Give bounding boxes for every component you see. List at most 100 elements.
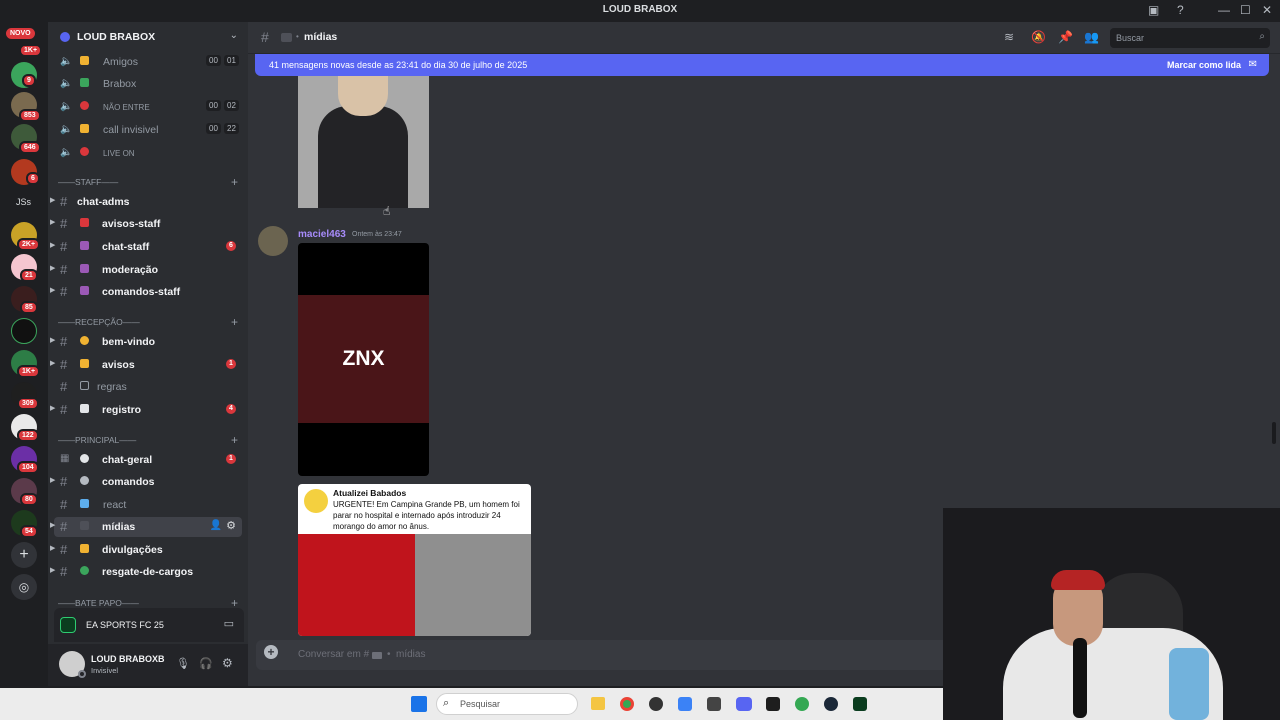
channel-divulgacoes[interactable]: ▶ # divulgações	[50, 540, 242, 560]
category-principal[interactable]: ——PRINCIPAL—— +	[58, 433, 244, 449]
channel-chat-adms[interactable]: ▶ # chat-adms	[50, 192, 242, 212]
photo-xray	[415, 534, 531, 636]
add-channel-icon[interactable]: +	[231, 433, 238, 447]
user-settings-icon[interactable]: ⚙	[222, 656, 233, 670]
search-input[interactable]: Buscar ⌕	[1110, 28, 1270, 48]
channel-label: react	[103, 499, 127, 511]
channel-avisos-staff[interactable]: ▶ # avisos-staff	[50, 214, 242, 234]
person-cap	[1051, 570, 1105, 590]
add-channel-icon[interactable]: +	[231, 175, 238, 189]
voice-channel-amigos[interactable]: 🔈 Amigos 00 01	[54, 52, 242, 72]
voice-channel-live-on[interactable]: 🔈 LIVE ON	[54, 143, 242, 163]
maximize-button[interactable]: ☐	[1240, 3, 1251, 17]
hash-icon: #	[60, 357, 68, 372]
user-count: 00	[206, 55, 221, 66]
warning-icon	[80, 381, 89, 390]
category-recepcao[interactable]: ——RECEPÇÃO—— +	[58, 315, 244, 331]
mark-as-read-button[interactable]: Marcar como lida	[1167, 60, 1241, 70]
screen-share-icon[interactable]: ▭	[224, 617, 234, 630]
add-attachment-icon[interactable]: +	[264, 645, 278, 659]
terminal-icon[interactable]	[766, 697, 780, 711]
author-avatar[interactable]	[258, 226, 288, 256]
message-author[interactable]: maciel463	[298, 229, 346, 240]
taskbar-search[interactable]: ⌕ Pesquisar	[436, 693, 578, 715]
caret-icon: ▶	[50, 545, 56, 552]
server-badge: 85	[20, 301, 38, 314]
invite-icon[interactable]: 👤	[210, 520, 222, 531]
steam-icon[interactable]	[824, 697, 838, 711]
channel-label: regras	[97, 381, 127, 393]
channel-bem-vindo[interactable]: ▶ # bem-vindo	[50, 332, 242, 352]
caret-icon: ▶	[50, 522, 56, 529]
server-header[interactable]: LOUD BRABOX ⌄	[48, 22, 248, 52]
channel-avisos[interactable]: ▶ # avisos 1	[50, 355, 242, 375]
server-badge: 1K+	[19, 44, 43, 57]
source-name: Atualizei Babados	[333, 488, 407, 498]
discover-icon[interactable]: ◎	[11, 574, 37, 600]
robot-icon	[80, 476, 89, 485]
inbox-icon[interactable]: ▣	[1148, 3, 1159, 17]
channel-title: mídias	[304, 31, 338, 43]
mention-badge: 1	[226, 359, 236, 369]
server-icon[interactable]	[11, 318, 37, 344]
members-icon[interactable]: 👥	[1084, 30, 1099, 44]
speaker-icon: 🔈	[60, 124, 73, 135]
scrollbar-thumb[interactable]	[1272, 422, 1276, 444]
pin-icon[interactable]: 📌	[1058, 30, 1073, 44]
add-channel-icon[interactable]: +	[231, 315, 238, 329]
taskbar-search-label: Pesquisar	[460, 699, 501, 709]
channel-resgate-de-cargos[interactable]: ▶ # resgate-de-cargos	[50, 562, 242, 582]
minimize-button[interactable]: —	[1218, 3, 1230, 17]
activity-panel[interactable]: EA SPORTS FC 25 ▭	[54, 608, 244, 642]
channel-comandos[interactable]: ▶ # comandos	[50, 472, 242, 492]
file-explorer-icon[interactable]	[591, 697, 605, 710]
channel-moderacao[interactable]: ▶ # moderação	[50, 260, 242, 280]
headphones-icon[interactable]: 🎧	[199, 657, 213, 670]
mute-icon[interactable]: 🔕	[1031, 30, 1046, 44]
channel-registro[interactable]: ▶ # registro 4	[50, 400, 242, 420]
add-server-icon[interactable]: +	[11, 542, 37, 568]
category-label: ——PRINCIPAL——	[58, 435, 137, 445]
speaker-icon: 🔈	[60, 56, 73, 67]
bell-icon	[80, 359, 89, 368]
channel-label: call invisivel	[103, 124, 159, 136]
video-attachment[interactable]: ZNX	[298, 243, 429, 476]
mention-badge: 6	[226, 241, 236, 251]
channel-label: mídias	[102, 521, 136, 533]
voice-channel-nao-entre[interactable]: 🔈 NÃO ENTRE 00 02	[54, 97, 242, 117]
app-icon[interactable]	[707, 697, 721, 711]
message-timestamp: Ontem às 23:47	[352, 231, 402, 238]
channel-react[interactable]: # react	[54, 495, 242, 515]
chevron-down-icon[interactable]: ⌄	[230, 30, 238, 41]
media-image[interactable]	[298, 76, 429, 208]
separator-dot: •	[296, 32, 299, 41]
chrome-icon[interactable]	[620, 697, 634, 711]
image-attachment[interactable]: Atualizei Babados URGENTE! Em Campina Gr…	[298, 484, 531, 636]
channel-chat-staff[interactable]: ▶ # chat-staff 6	[50, 237, 242, 257]
channel-chat-geral[interactable]: ▦ chat-geral 1	[54, 450, 242, 470]
server-rail: NOVO 9 853 646 6 JSs 2K+ 21 85 1K+ 309 1…	[0, 22, 48, 686]
voice-channel-call-invisivel[interactable]: 🔈 call invisivel 00 22	[54, 120, 242, 140]
threads-icon[interactable]: ≋	[1004, 30, 1014, 44]
start-icon[interactable]	[411, 696, 427, 712]
close-button[interactable]: ✕	[1262, 3, 1272, 17]
category-staff[interactable]: ——STAFF—— +	[58, 175, 244, 191]
username[interactable]: LOUD BRABOXB	[91, 654, 165, 664]
channel-midias[interactable]: ▶ # mídias 👤 ⚙	[50, 517, 242, 537]
obs-icon[interactable]	[649, 697, 663, 711]
server-js[interactable]: JSs	[16, 197, 31, 207]
microphone-icon[interactable]: 🎙	[176, 657, 190, 670]
gear-icon[interactable]: ⚙	[226, 519, 236, 532]
channel-comandos-staff[interactable]: ▶ # comandos-staff	[50, 282, 242, 302]
hash-icon: #	[60, 239, 68, 254]
help-icon[interactable]: ?	[1177, 3, 1184, 17]
image-content	[318, 106, 408, 208]
channel-sidebar: LOUD BRABOX ⌄ 🔈 Amigos 00 01 🔈 Brabox 🔈 …	[48, 22, 248, 686]
discord-icon[interactable]	[736, 697, 752, 711]
app-icon[interactable]	[678, 697, 692, 711]
new-messages-bar[interactable]: 41 mensagens novas desde as 23:41 do dia…	[255, 54, 1269, 76]
voice-channel-brabox[interactable]: 🔈 Brabox	[54, 74, 242, 94]
chrome-profile-icon[interactable]	[795, 697, 809, 711]
channel-regras[interactable]: # regras	[54, 377, 242, 397]
game-icon[interactable]	[853, 697, 867, 711]
